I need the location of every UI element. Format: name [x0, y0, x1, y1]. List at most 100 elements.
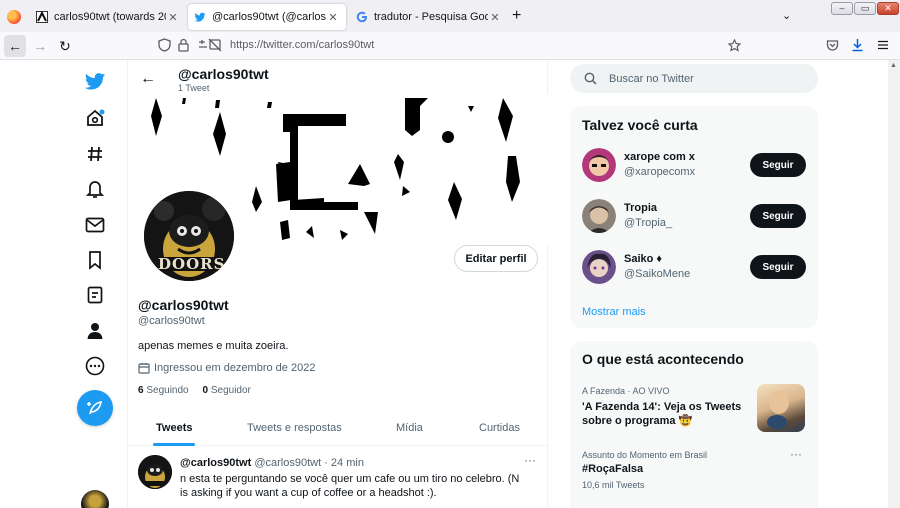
- browser-tab-title: carlos90twt (towards 200 followers): [54, 11, 166, 23]
- trends-title: O que está acontecendo: [582, 351, 744, 367]
- reload-icon[interactable]: ↻: [54, 35, 76, 57]
- more-circle-icon[interactable]: [82, 353, 108, 379]
- forward-arrow-icon[interactable]: →: [29, 35, 51, 57]
- following-link[interactable]: 6 Seguindo: [138, 385, 189, 396]
- profile-tabs: Tweets Tweets e respostas Mídia Curtidas: [128, 410, 549, 446]
- trend-title: #RoçaFalsa: [582, 463, 644, 475]
- trend-more-options-icon[interactable]: ···: [790, 447, 802, 461]
- search-input[interactable]: Buscar no Twitter: [609, 73, 694, 85]
- profile-icon[interactable]: [82, 318, 108, 344]
- following-count: 6: [138, 385, 144, 396]
- browser-nav-bar: ← → ↻ https://twitter.com/carlos90twt: [0, 32, 900, 60]
- profile-avatar[interactable]: DOORS: [140, 187, 238, 285]
- tweet-author-avatar[interactable]: [138, 455, 172, 489]
- trends-panel: O que está acontecendo A Fazenda · AO VI…: [570, 341, 818, 508]
- tweet-text: n esta te perguntando se você quer um ca…: [180, 473, 520, 499]
- tweet[interactable]: @carlos90twt @carlos90twt · 24 min ··· n…: [128, 447, 549, 508]
- back-arrow-icon[interactable]: ←: [140, 70, 156, 88]
- suggested-user[interactable]: Tropia @Tropia_ Seguir: [582, 197, 806, 235]
- google-g-icon: [356, 11, 367, 23]
- search-bar[interactable]: Buscar no Twitter: [570, 64, 818, 93]
- close-tab-icon[interactable]: ✕: [326, 11, 340, 24]
- explore-hash-icon[interactable]: [82, 141, 108, 167]
- header-profile-name: @carlos90twt: [178, 66, 269, 82]
- tab-tweets[interactable]: Tweets: [156, 410, 192, 446]
- permissions-icon[interactable]: [198, 38, 222, 52]
- browser-tab-1[interactable]: carlos90twt (towards 200 followers) ✕: [30, 4, 186, 30]
- tweet-author-name[interactable]: @carlos90twt: [180, 457, 251, 469]
- profile-display-name: @carlos90twt: [138, 297, 229, 313]
- lock-icon[interactable]: [178, 38, 189, 52]
- who-to-follow-title: Talvez você curta: [582, 117, 698, 133]
- firefox-menu-button[interactable]: [5, 7, 25, 27]
- suggested-user-handle: @xaropecomx: [624, 166, 696, 178]
- pocket-icon[interactable]: [826, 39, 839, 52]
- scroll-up-arrow-icon[interactable]: ▲: [890, 62, 897, 69]
- browser-tab-3[interactable]: tradutor - Pesquisa Google ✕: [350, 4, 508, 30]
- suggested-user-handle: @SaikoMene: [624, 268, 691, 280]
- tab-likes[interactable]: Curtidas: [479, 410, 520, 446]
- browser-tab-bar: carlos90twt (towards 200 followers) ✕ @c…: [0, 0, 900, 32]
- twitter-page: ← @carlos90twt 1 Tweet DOORS Editar perf…: [0, 60, 900, 508]
- user-avatar[interactable]: [582, 250, 616, 284]
- page-scrollbar[interactable]: ▲: [888, 60, 900, 508]
- edit-profile-button[interactable]: Editar perfil: [454, 245, 538, 272]
- joined-text: Ingressou em dezembro de 2022: [154, 362, 316, 374]
- trend-meta: Assunto do Momento em Brasil: [582, 450, 708, 460]
- tab-media[interactable]: Mídia: [396, 410, 423, 446]
- tracking-shield-icon[interactable]: [158, 38, 171, 52]
- maximize-window-button[interactable]: ▭: [854, 2, 876, 15]
- following-label: Seguindo: [146, 385, 189, 396]
- back-arrow-icon[interactable]: ←: [4, 35, 26, 57]
- lists-icon[interactable]: [82, 282, 108, 308]
- followers-label: Seguidor: [210, 385, 251, 396]
- close-tab-icon[interactable]: ✕: [488, 11, 502, 24]
- home-icon[interactable]: [82, 105, 108, 131]
- tweet-author-handle: @carlos90twt: [254, 457, 322, 469]
- follow-button[interactable]: Seguir: [750, 153, 806, 177]
- calendar-icon: [138, 363, 150, 374]
- close-window-button[interactable]: ✕: [877, 2, 899, 15]
- active-tab-indicator: [153, 443, 195, 446]
- notifications-bell-icon[interactable]: [82, 176, 108, 202]
- followers-count: 0: [202, 385, 209, 396]
- close-tab-icon[interactable]: ✕: [166, 11, 180, 24]
- twitter-logo-icon[interactable]: [82, 68, 108, 94]
- generic-page-icon: [36, 11, 48, 23]
- suggested-user-name: Tropia: [624, 202, 658, 214]
- follow-button[interactable]: Seguir: [750, 255, 806, 279]
- suggested-user[interactable]: Saiko ♦ @SaikoMene Seguir: [582, 248, 806, 286]
- show-more-link[interactable]: Mostrar mais: [582, 306, 646, 318]
- tweet-more-options-icon[interactable]: ···: [524, 453, 536, 467]
- bookmark-star-icon[interactable]: [728, 39, 741, 52]
- url-bar[interactable]: https://twitter.com/carlos90twt: [230, 39, 374, 51]
- trend-thumbnail-image[interactable]: [757, 384, 805, 432]
- bookmarks-icon[interactable]: [82, 247, 108, 273]
- browser-tab-title: @carlos90twt (@carlos90twt) / Twitter: [212, 11, 326, 23]
- tweet-timestamp[interactable]: · 24 min: [324, 457, 364, 469]
- trend-meta: A Fazenda · AO VIVO: [582, 386, 670, 396]
- messages-mail-icon[interactable]: [82, 212, 108, 238]
- browser-tab-2[interactable]: @carlos90twt (@carlos90twt) / Twitter ✕: [188, 4, 346, 30]
- profile-column: ← @carlos90twt 1 Tweet DOORS Editar perf…: [127, 60, 549, 508]
- feather-plus-icon: [87, 401, 102, 415]
- tab-tweets-and-replies[interactable]: Tweets e respostas: [247, 410, 342, 446]
- hamburger-menu-icon[interactable]: [877, 39, 889, 51]
- minimize-window-button[interactable]: –: [831, 2, 853, 15]
- follow-button[interactable]: Seguir: [750, 204, 806, 228]
- account-switcher-avatar[interactable]: [81, 490, 109, 508]
- compose-tweet-button[interactable]: [77, 390, 113, 426]
- user-avatar[interactable]: [582, 148, 616, 182]
- browser-tab-title: tradutor - Pesquisa Google: [374, 11, 488, 23]
- who-to-follow-panel: Talvez você curta xarope com x @xaropeco…: [570, 106, 818, 328]
- followers-link[interactable]: 0 Seguidor: [203, 385, 251, 396]
- list-all-tabs-chevron-icon[interactable]: ⌄: [782, 9, 791, 22]
- downloads-icon[interactable]: [851, 38, 864, 52]
- trend-tweet-count: 10,6 mil Tweets: [582, 480, 645, 490]
- suggested-user[interactable]: xarope com x @xaropecomx Seguir: [582, 146, 806, 184]
- profile-joined-date: Ingressou em dezembro de 2022: [138, 362, 315, 374]
- user-avatar[interactable]: [582, 199, 616, 233]
- profile-bio: apenas memes e muita zoeira.: [138, 340, 289, 352]
- new-tab-plus-icon[interactable]: +: [512, 7, 521, 25]
- suggested-user-handle: @Tropia_: [624, 217, 673, 229]
